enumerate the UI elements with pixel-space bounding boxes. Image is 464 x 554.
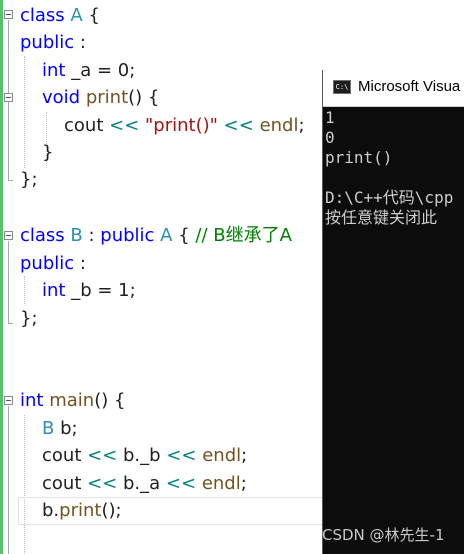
code-token: A [160, 225, 173, 246]
code-line[interactable]: int _a = 0; [42, 57, 135, 85]
code-token: cout [64, 115, 110, 136]
indent-guide [24, 56, 25, 168]
code-token: : [74, 32, 86, 53]
code-token: // B继承了A [195, 225, 292, 246]
code-token: endl [259, 115, 299, 136]
code-token: main [49, 390, 95, 411]
code-line[interactable]: void print() { [42, 84, 159, 112]
code-token: b. [117, 473, 141, 494]
code-token: (); [101, 500, 122, 521]
code-token: int [42, 60, 66, 81]
code-line[interactable]: B b; [42, 415, 78, 443]
code-line[interactable]: cout << b._a << endl; [42, 470, 247, 498]
code-token: << [223, 115, 254, 136]
code-token: "print()" [145, 115, 218, 136]
code-line[interactable]: b.print(); [42, 497, 122, 525]
console-output-line: D:\C++代码\cpp [325, 188, 454, 207]
code-token: public [100, 225, 161, 246]
indent-guide [24, 276, 25, 304]
code-token: }; [20, 169, 38, 190]
fold-line [8, 241, 9, 323]
code-token: ; [241, 445, 248, 466]
console-output-line: print() [325, 148, 393, 167]
code-line[interactable]: cout << "print()" << endl; [64, 112, 305, 140]
console-title-bar[interactable]: C:\ Microsoft Visua [323, 70, 464, 107]
code-token: class [20, 5, 71, 26]
code-token: B [42, 418, 55, 439]
fold-toggle-print[interactable] [4, 93, 13, 102]
console-output-line: 按任意键关闭此 [325, 208, 438, 227]
code-token: public [20, 253, 75, 274]
code-token: void [42, 87, 81, 108]
code-token: << [109, 115, 140, 136]
code-token: << [165, 473, 197, 494]
code-line[interactable]: int _b = 1; [42, 277, 136, 305]
watermark: CSDN @林先生-1 [322, 526, 445, 544]
code-line[interactable]: class A { [20, 2, 100, 30]
code-token: ; [240, 473, 247, 494]
code-token: endl [202, 445, 242, 466]
code-token: }; [20, 308, 38, 329]
code-token: { [82, 5, 100, 26]
code-token: cout [42, 445, 88, 466]
code-token: : [74, 253, 86, 274]
console-output-line: 0 [325, 128, 335, 147]
code-line[interactable]: class B : public A { // B继承了A [20, 222, 292, 250]
code-token: : [82, 225, 101, 246]
console-title: Microsoft Visua [358, 78, 461, 95]
code-token: _a [140, 473, 166, 494]
code-line[interactable]: public : [20, 250, 86, 278]
code-token: print [85, 87, 129, 108]
code-line[interactable]: } [42, 139, 53, 167]
console-output-line: 1 [325, 108, 335, 127]
fold-line [8, 406, 9, 554]
code-token: << [87, 473, 118, 494]
code-token: () { [128, 87, 160, 108]
console-app-icon: C:\ [333, 80, 351, 94]
change-indicator-bar [0, 0, 3, 554]
code-token: A [70, 5, 83, 26]
code-line[interactable]: public : [20, 29, 86, 57]
code-token: () { [94, 390, 126, 411]
fold-end [8, 323, 13, 324]
code-token: b. [42, 500, 60, 521]
code-token: } [42, 142, 54, 163]
code-token: << [87, 445, 118, 466]
code-line[interactable]: }; [20, 166, 38, 194]
console-window[interactable]: C:\ Microsoft Visua 1 0 print() D:\C++代码\cp… [322, 70, 464, 554]
code-token: endl [201, 473, 241, 494]
code-token: b; [54, 418, 78, 439]
code-line[interactable]: cout << b._b << endl; [42, 442, 247, 470]
code-token: b. [117, 445, 141, 466]
fold-toggle-main[interactable] [4, 396, 13, 405]
code-token: _b [140, 445, 167, 466]
code-token: cout [42, 473, 88, 494]
code-token: _a = 0; [65, 60, 136, 81]
code-token: << [166, 445, 197, 466]
console-output: 1 0 print() D:\C++代码\cpp 按任意键关闭此 [325, 108, 453, 228]
code-token: print [59, 500, 102, 521]
code-token: { [172, 225, 196, 246]
code-line[interactable]: int main() { [20, 387, 125, 415]
indent-guide [24, 415, 25, 554]
code-line[interactable]: }; [20, 305, 38, 333]
code-token: int [42, 280, 66, 301]
code-token: int [20, 390, 50, 411]
fold-toggle-class-b[interactable] [4, 231, 13, 240]
fold-end [8, 180, 13, 181]
code-token: class [20, 225, 71, 246]
code-token: B [70, 225, 83, 246]
fold-toggle-class-a[interactable] [4, 10, 13, 19]
code-token: ; [298, 115, 305, 136]
code-token: public [20, 32, 75, 53]
code-token: _b = 1; [65, 280, 136, 301]
